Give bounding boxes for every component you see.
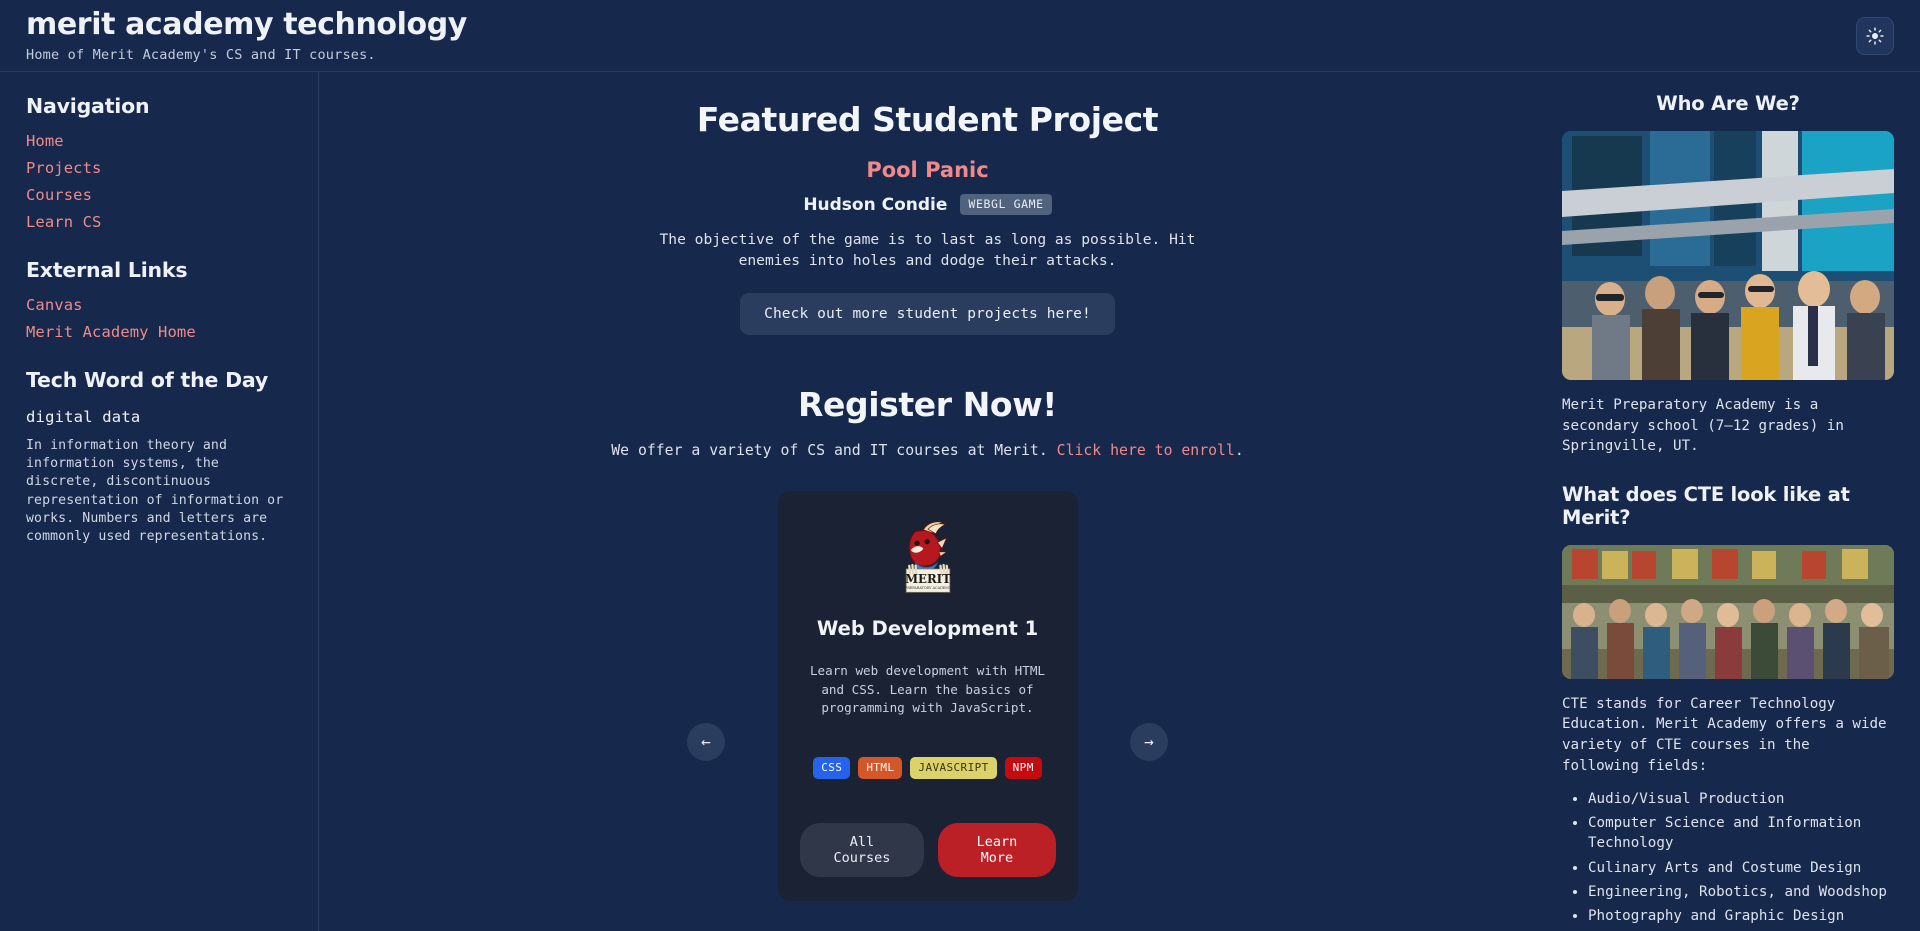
list-item: Culinary Arts and Costume Design	[1588, 858, 1894, 878]
arrow-right-icon: →	[1144, 732, 1154, 752]
page-root: merit academy technology Home of Merit A…	[0, 0, 1920, 931]
course-tag-css: CSS	[813, 757, 851, 780]
course-tag-list: CSS HTML JAVASCRIPT NPM	[813, 757, 1042, 780]
featured-project-name: Pool Panic	[866, 158, 989, 182]
sidebar-item-merit-academy-home[interactable]: Merit Academy Home	[26, 323, 292, 341]
course-action-buttons: All Courses Learn More	[799, 823, 1056, 878]
header-text-group: merit academy technology Home of Merit A…	[26, 8, 467, 63]
sidebar-item-projects[interactable]: Projects	[26, 159, 292, 177]
register-subtitle: We offer a variety of CS and IT courses …	[339, 442, 1516, 459]
cte-field-list: Audio/Visual Production Computer Science…	[1562, 789, 1894, 926]
course-card[interactable]: MERIT PREPARATORY ACADEMY Web Developmen…	[777, 491, 1078, 902]
featured-project-title: Featured Student Project	[696, 100, 1159, 139]
list-item: Computer Science and Information Technol…	[1588, 813, 1894, 853]
cte-heading: What does CTE look like at Merit?	[1562, 482, 1850, 529]
navigation-heading: Navigation	[26, 94, 150, 118]
learn-more-button[interactable]: Learn More	[938, 823, 1056, 878]
sidebar-item-home[interactable]: Home	[26, 132, 292, 150]
navigation-list: Home Projects Courses Learn CS	[26, 132, 292, 231]
list-item: Engineering, Robotics, and Woodshop	[1588, 882, 1894, 902]
all-courses-button[interactable]: All Courses	[799, 823, 925, 878]
body-columns: Navigation Home Projects Courses Learn C…	[0, 72, 1920, 931]
featured-project-description: The objective of the game is to last as …	[659, 231, 1196, 269]
featured-project-author: Hudson Condie	[803, 194, 948, 215]
left-sidebar: Navigation Home Projects Courses Learn C…	[0, 72, 319, 931]
course-description: Learn web development with HTML and CSS.…	[809, 663, 1046, 715]
svg-text:MERIT: MERIT	[905, 572, 951, 586]
site-tagline: Home of Merit Academy's CS and IT course…	[26, 47, 376, 63]
course-title: Web Development 1	[816, 617, 1039, 641]
tech-word-definition: In information theory and information sy…	[26, 438, 284, 545]
who-are-we-heading: Who Are We?	[1656, 92, 1800, 115]
sidebar-item-canvas[interactable]: Canvas	[26, 296, 292, 314]
carousel-next-button[interactable]: →	[1130, 723, 1168, 762]
who-are-we-photo	[1562, 131, 1894, 380]
theme-toggle-button[interactable]	[1856, 16, 1894, 55]
site-header: merit academy technology Home of Merit A…	[0, 0, 1920, 72]
sidebar-item-courses[interactable]: Courses	[26, 186, 292, 204]
carousel-prev-button[interactable]: ←	[687, 723, 725, 762]
course-tag-javascript: JAVASCRIPT	[910, 757, 997, 780]
external-links-list: Canvas Merit Academy Home	[26, 296, 292, 341]
arrow-left-icon: ←	[701, 732, 711, 752]
status-badge: WEBGL GAME	[960, 194, 1052, 215]
course-tag-html: HTML	[858, 757, 903, 780]
cte-text: CTE stands for Career Technology Educati…	[1562, 695, 1887, 774]
site-title: merit academy technology	[26, 7, 467, 42]
course-carousel: ← MERIT PREPARATORY ACADEMY Web Developm…	[339, 491, 1516, 902]
external-links-heading: External Links	[26, 258, 188, 282]
list-item: Audio/Visual Production	[1588, 789, 1894, 809]
right-sidebar: Who Are We? Merit Preparatory Academy is…	[1536, 72, 1920, 931]
sun-icon	[1866, 26, 1884, 45]
svg-text:PREPARATORY ACADEMY: PREPARATORY ACADEMY	[904, 587, 951, 591]
course-tag-npm: NPM	[1004, 757, 1042, 780]
who-are-we-text: Merit Preparatory Academy is a secondary…	[1562, 397, 1844, 455]
merit-dragon-logo-icon: MERIT PREPARATORY ACADEMY	[889, 519, 967, 597]
tech-word-term: digital data	[26, 408, 141, 426]
enroll-link[interactable]: Click here to enroll	[1057, 442, 1235, 459]
main-content: Featured Student Project Pool Panic Huds…	[319, 72, 1536, 931]
tech-word-heading: Tech Word of the Day	[26, 368, 269, 392]
register-title: Register Now!	[798, 385, 1057, 425]
cte-photo	[1562, 544, 1894, 679]
register-text-after: .	[1234, 442, 1244, 460]
featured-project-byline: Hudson Condie WEBGL GAME	[339, 194, 1516, 215]
list-item: Photography and Graphic Design	[1588, 906, 1894, 926]
sidebar-item-learn-cs[interactable]: Learn CS	[26, 213, 292, 231]
more-projects-button[interactable]: Check out more student projects here!	[740, 293, 1115, 336]
register-text-before: We offer a variety of CS and IT courses …	[611, 442, 1057, 460]
